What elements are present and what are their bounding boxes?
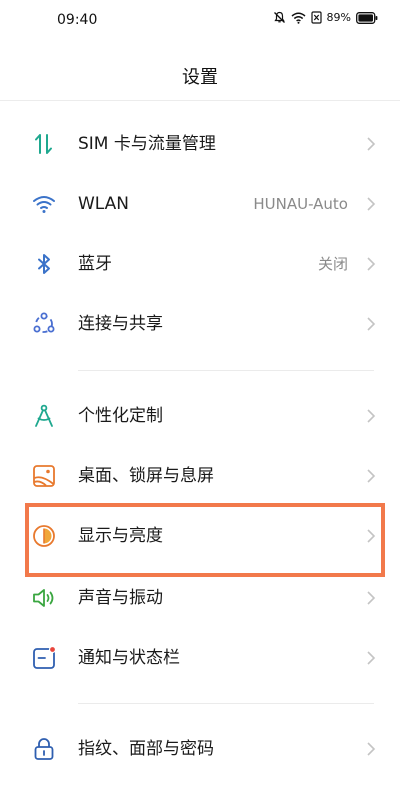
battery-percent: 89% [326,11,351,24]
settings-item-connection[interactable]: 连接与共享 [0,294,400,354]
highlight-box [25,503,385,577]
wallpaper-icon [33,465,55,487]
chevron-right-icon [367,197,376,211]
settings-item-notification[interactable]: 通知与状态栏 [0,628,400,688]
speaker-icon [33,589,54,607]
settings-item-label: 个性化定制 [78,406,163,426]
bluetooth-icon [38,254,50,274]
settings-item-label: WLAN [78,194,130,214]
wifi-icon [291,12,306,24]
section-divider [78,703,374,704]
chevron-right-icon [367,257,376,271]
chevron-right-icon [367,469,376,483]
sim-off-icon [310,11,322,24]
share-nodes-icon [33,312,55,333]
chevron-right-icon [367,137,376,151]
chevron-right-icon [367,651,376,665]
section-divider [78,370,374,371]
chevron-right-icon [367,742,376,756]
notification-icon [33,645,57,669]
settings-item-security[interactable]: 指纹、面部与密码 [0,719,400,779]
status-icons: 89% [273,11,378,24]
settings-item-label: 连接与共享 [78,314,163,334]
chevron-right-icon [367,317,376,331]
settings-item-sound[interactable]: 声音与振动 [0,568,400,628]
settings-item-label: 通知与状态栏 [78,648,180,668]
settings-item-bluetooth[interactable]: 蓝牙 关闭 [0,234,400,294]
settings-item-desktop[interactable]: 桌面、锁屏与息屏 [0,446,400,506]
settings-item-label: 声音与振动 [78,588,163,608]
settings-item-personalize[interactable]: 个性化定制 [0,386,400,446]
status-bar: 09:40 89% [0,0,400,40]
compass-icon [35,404,53,427]
mute-bell-icon [273,11,285,23]
settings-item-wlan[interactable]: WLAN HUNAU-Auto [0,174,400,234]
settings-item-label: 指纹、面部与密码 [78,739,214,759]
wifi-icon [33,196,55,213]
settings-item-label: SIM 卡与流量管理 [78,134,216,154]
settings-item-sim[interactable]: SIM 卡与流量管理 [0,114,400,174]
settings-item-label: 蓝牙 [78,254,112,274]
lock-icon [34,738,54,760]
chevron-right-icon [367,591,376,605]
settings-item-label: 桌面、锁屏与息屏 [78,466,214,486]
page-title: 设置 [182,67,218,88]
chevron-right-icon [367,409,376,423]
status-time: 09:40 [57,12,98,28]
header-divider [0,100,400,101]
settings-item-value: 关闭 [317,255,348,273]
settings-item-value: HUNAU-Auto [253,195,348,213]
battery-icon [356,11,378,24]
sim-data-icon [35,134,52,154]
